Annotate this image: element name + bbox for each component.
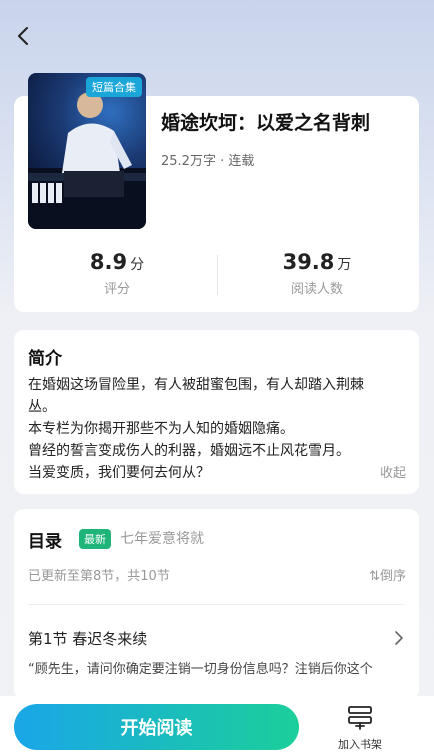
intro-line: 本专栏为你揭开那些不为人知的婚姻隐痛。 <box>28 421 294 437</box>
intro-line: 当爱变质，我们要何去何从？ <box>28 465 210 481</box>
book-meta: 25.2万字 · 连载 <box>161 154 255 169</box>
rating-value: 8.9 <box>89 250 128 274</box>
add-to-shelf-button[interactable]: 加入书架 <box>330 704 390 752</box>
chevron-left-icon <box>18 27 28 45</box>
rating-unit: 分 <box>130 257 145 273</box>
rating-label: 评分 <box>103 282 130 297</box>
book-cover[interactable]: 短篇合集 <box>28 73 146 229</box>
book-title: 婚途坎坷：以爱之名背刺 <box>161 112 371 134</box>
intro-line: 在婚姻这场冒险里，有人被甜蜜包围，有人却踏入荆棘丛。 <box>28 377 364 415</box>
toc-divider <box>28 604 405 605</box>
chevron-right-icon[interactable] <box>394 631 404 645</box>
readers-unit: 万 <box>337 257 352 273</box>
start-reading-button[interactable]: 开始阅读 <box>14 704 299 750</box>
collapse-button[interactable]: 收起 <box>380 462 406 481</box>
sort-label: 倒序 <box>379 569 406 584</box>
bookshelf-add-icon <box>348 706 372 730</box>
rating-stat: 8.9 分 评分 <box>22 250 212 297</box>
intro-text: 在婚姻这场冒险里，有人被甜蜜包围，有人却踏入荆棘丛。 本专栏为你揭开那些不为人知… <box>28 374 388 484</box>
cover-badge: 短篇合集 <box>86 77 142 97</box>
back-button[interactable] <box>12 24 36 48</box>
intro-heading: 简介 <box>28 349 62 369</box>
toc-heading: 目录 <box>28 532 62 552</box>
chapter-excerpt: “顾先生，请问你确定要注销一切身份信息吗？注销后你这个 <box>28 662 373 677</box>
readers-value: 39.8 <box>282 250 335 274</box>
new-badge: 最新 <box>79 529 111 549</box>
readers-stat: 39.8 万 阅读人数 <box>222 250 412 297</box>
sort-toggle[interactable]: ⇅倒序 <box>369 565 406 584</box>
chapter-item-title[interactable]: 第1节 春迟冬来续 <box>28 628 147 649</box>
sort-icon: ⇅ <box>369 569 380 584</box>
intro-line: 曾经的誓言变成伤人的利器，婚姻远不止风花雪月。 <box>28 443 350 459</box>
stat-divider <box>217 255 218 295</box>
add-to-shelf-label: 加入书架 <box>338 738 382 751</box>
readers-label: 阅读人数 <box>290 282 343 297</box>
update-status: 已更新至第8节，共10节 <box>28 569 170 584</box>
latest-chapter-link[interactable]: 七年爱意将就 <box>120 528 204 548</box>
